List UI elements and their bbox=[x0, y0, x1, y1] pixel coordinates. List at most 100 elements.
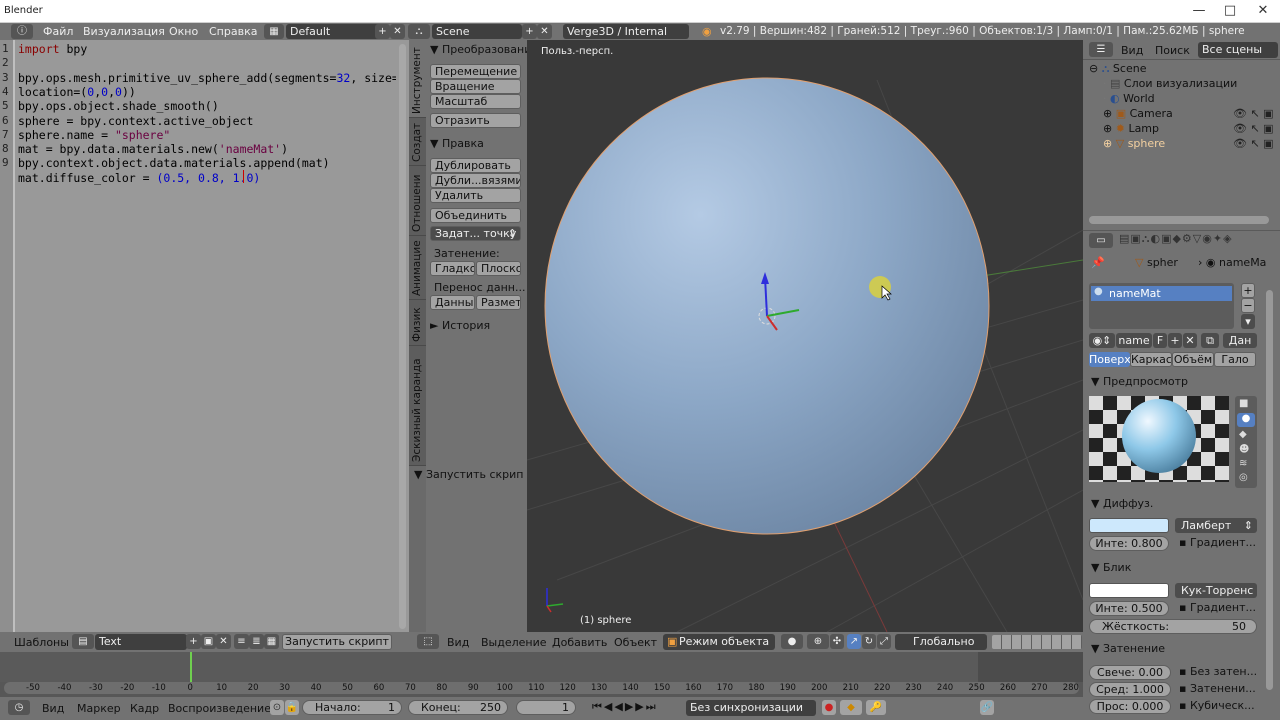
layer-buttons[interactable] bbox=[992, 635, 1082, 649]
tab-relations[interactable]: Отношени bbox=[409, 166, 426, 236]
outliner[interactable]: ☰ Вид Поиск Все сцены ⊖ ⛬ Scene · ▤ Слои… bbox=[1083, 40, 1280, 230]
outliner-item-camera[interactable]: ⊕ ▣ Camera bbox=[1103, 107, 1173, 120]
visibility-icon[interactable]: 👁 ↖ ▣ bbox=[1233, 107, 1274, 120]
preview-flat-icon[interactable]: ■ bbox=[1239, 398, 1248, 409]
3d-viewport[interactable]: Польз.-персп. (1) sphere bbox=[527, 40, 1083, 632]
node-material-icon[interactable]: ⧉ bbox=[1201, 333, 1219, 348]
layout-remove-icon[interactable]: ✕ bbox=[390, 24, 405, 39]
link-data-dropdown[interactable]: Дан bbox=[1223, 333, 1257, 348]
text-open-icon[interactable]: ▣ bbox=[201, 634, 216, 649]
sync-mode-dropdown[interactable]: Без синхронизации bbox=[686, 700, 816, 716]
set-origin-dropdown[interactable]: Задат... точку ⇕ bbox=[430, 226, 521, 241]
rotate-button[interactable]: Вращение bbox=[430, 79, 521, 94]
data-layout-button[interactable]: Размет bbox=[476, 295, 521, 310]
outliner-filter-dropdown[interactable]: Все сцены bbox=[1198, 42, 1278, 58]
new-material-icon[interactable]: + bbox=[1168, 333, 1182, 348]
delete-button[interactable]: Удалить bbox=[430, 188, 521, 203]
join-button[interactable]: Объединить bbox=[430, 208, 521, 223]
menu-render[interactable]: Визуализация bbox=[83, 25, 165, 38]
lock-icon[interactable]: 🔒 bbox=[285, 700, 299, 715]
data-transfer-button[interactable]: Данны bbox=[430, 295, 475, 310]
tab-surface[interactable]: Поверх bbox=[1089, 352, 1130, 367]
scene-remove-icon[interactable]: ✕ bbox=[537, 24, 552, 39]
text-scrollbar[interactable] bbox=[396, 40, 409, 632]
tab-physics[interactable]: Физик bbox=[409, 300, 426, 346]
properties-context-icons[interactable]: ▤▣⛬◐▣◆⚙▽◉✦◈ bbox=[1119, 232, 1233, 246]
syntax-highlight-icon[interactable]: ▦ bbox=[264, 634, 279, 649]
maximize-button[interactable]: □ bbox=[1215, 3, 1245, 18]
material-browse-icon[interactable]: ◉⇕ bbox=[1089, 333, 1115, 348]
menu-file[interactable]: Файл bbox=[43, 25, 73, 38]
timeline[interactable]: -50 -40 -30 -20 -10 0 10 20 30 40 50 60 70 80 90 100 110… bbox=[0, 652, 1083, 697]
timeline-editor-icon[interactable]: ◷ bbox=[8, 700, 30, 715]
outliner-item-sphere[interactable]: ⊕ ▽ sphere bbox=[1103, 137, 1165, 150]
outliner-menu-view[interactable]: Вид bbox=[1121, 44, 1143, 57]
duplicate-button[interactable]: Дублировать bbox=[430, 158, 521, 173]
timeline-menu-marker[interactable]: Маркер bbox=[77, 702, 121, 715]
layout-icon[interactable]: ▦ bbox=[264, 24, 284, 39]
outliner-item-world[interactable]: · ◐ World bbox=[1103, 92, 1155, 105]
hardness-field[interactable]: Жёсткость: 50 bbox=[1089, 619, 1257, 634]
code-line[interactable]: bpy.ops.mesh.primitive_uv_sphere_add(seg… bbox=[18, 71, 413, 85]
record-keyframe-icon[interactable]: ● bbox=[822, 700, 836, 715]
tab-animation[interactable]: Анимацие bbox=[409, 236, 426, 300]
outliner-item-scene[interactable]: ⊖ ⛬ Scene bbox=[1089, 62, 1146, 76]
translate-manipulator-icon[interactable]: ↗ bbox=[847, 634, 861, 649]
specular-intensity-field[interactable]: Инте: 0.500 bbox=[1089, 601, 1169, 616]
playhead[interactable] bbox=[190, 652, 192, 682]
3d-menu-select[interactable]: Выделение bbox=[481, 636, 547, 649]
slot-menu-icon[interactable]: ▾ bbox=[1241, 314, 1255, 329]
mode-dropdown[interactable]: Режим объекта ▣ bbox=[663, 634, 775, 650]
diffuse-ramp-checkbox[interactable]: ▪ Градиент... bbox=[1179, 536, 1256, 549]
scene-selector[interactable]: Scene bbox=[432, 24, 522, 39]
diffuse-intensity-field[interactable]: Инте: 0.800 bbox=[1089, 536, 1169, 551]
layout-add-icon[interactable]: + bbox=[375, 24, 390, 39]
minimize-button[interactable]: — bbox=[1184, 3, 1214, 18]
timeline-area[interactable] bbox=[0, 652, 1083, 682]
material-slot-item[interactable]: nameMat bbox=[1091, 286, 1232, 301]
playback-controls[interactable]: ⏮◀◀▶▶⏭ bbox=[592, 700, 658, 714]
3d-editor-icon[interactable]: ⬚ bbox=[417, 634, 439, 649]
tab-volume[interactable]: Объём bbox=[1172, 352, 1214, 367]
mirror-button[interactable]: Отразить bbox=[430, 113, 521, 128]
outliner-editor-icon[interactable]: ☰ bbox=[1089, 42, 1113, 57]
tab-tools[interactable]: Инструмент bbox=[409, 40, 426, 118]
emit-field[interactable]: Свече: 0.00 bbox=[1089, 665, 1171, 680]
code-line[interactable]: sphere.name = "sphere" bbox=[18, 128, 170, 142]
tab-wire[interactable]: Каркас bbox=[1130, 352, 1172, 367]
preview-type-buttons[interactable]: ■ ● ◆ ☻ ≋ ◎ bbox=[1235, 396, 1257, 488]
render-engine-selector[interactable]: Verge3D / Internal bbox=[563, 24, 689, 39]
material-name-field[interactable]: name bbox=[1116, 333, 1152, 348]
pivot-point-icon[interactable]: ⊕ bbox=[807, 634, 829, 649]
code-line[interactable]: mat.diffuse_color = (0.5, 0.8, 1.0) bbox=[18, 171, 260, 185]
add-slot-icon[interactable]: + bbox=[1241, 283, 1255, 298]
preview-sphere-icon[interactable]: ● bbox=[1237, 413, 1255, 427]
scene-add-icon[interactable]: + bbox=[522, 24, 537, 39]
remove-slot-icon[interactable]: − bbox=[1241, 298, 1255, 313]
code-line[interactable]: location=(0,0,0)) bbox=[18, 85, 136, 99]
run-script-button[interactable]: Запустить скрипт bbox=[282, 634, 392, 650]
smooth-button[interactable]: Гладко bbox=[430, 261, 475, 276]
translucency-field[interactable]: Прос: 0.000 bbox=[1089, 699, 1171, 714]
diffuse-color-swatch[interactable] bbox=[1089, 518, 1169, 533]
orientation-dropdown[interactable]: Глобально bbox=[895, 634, 987, 650]
templates-menu[interactable]: Шаблоны bbox=[14, 636, 69, 649]
transform-panel-header[interactable]: ▼ Преобразование bbox=[430, 43, 538, 56]
tab-grease-pencil[interactable]: Эскизный каранда bbox=[409, 346, 426, 466]
insert-keyframe-icon[interactable]: 🔑 bbox=[866, 700, 886, 715]
diffuse-shader-dropdown[interactable]: Ламберт ⇕ bbox=[1175, 518, 1257, 533]
preview-cube-icon[interactable]: ◆ bbox=[1239, 429, 1247, 440]
line-numbers-icon[interactable]: ≡ bbox=[234, 634, 249, 649]
text-unlink-icon[interactable]: ✕ bbox=[216, 634, 231, 649]
timeline-menu-playback[interactable]: Воспроизведение bbox=[168, 702, 271, 715]
manipulator-icon[interactable]: ✣ bbox=[830, 634, 844, 649]
cubic-interpolation-checkbox[interactable]: ▪ Кубическ... bbox=[1179, 699, 1255, 712]
3d-menu-add[interactable]: Добавить bbox=[552, 636, 607, 649]
shading-panel-header[interactable]: ▼ Затенение bbox=[1091, 642, 1165, 655]
visibility-icon[interactable]: 👁 ↖ ▣ bbox=[1233, 137, 1274, 150]
code-line[interactable]: mat = bpy.data.materials.new('nameMat') bbox=[18, 142, 288, 156]
preview-sky-icon[interactable]: ◎ bbox=[1239, 472, 1248, 483]
specular-color-swatch[interactable] bbox=[1089, 583, 1169, 598]
snap-icon[interactable]: 🔗 bbox=[980, 700, 994, 715]
code-line[interactable]: bpy.ops.object.shade_smooth() bbox=[18, 99, 219, 113]
